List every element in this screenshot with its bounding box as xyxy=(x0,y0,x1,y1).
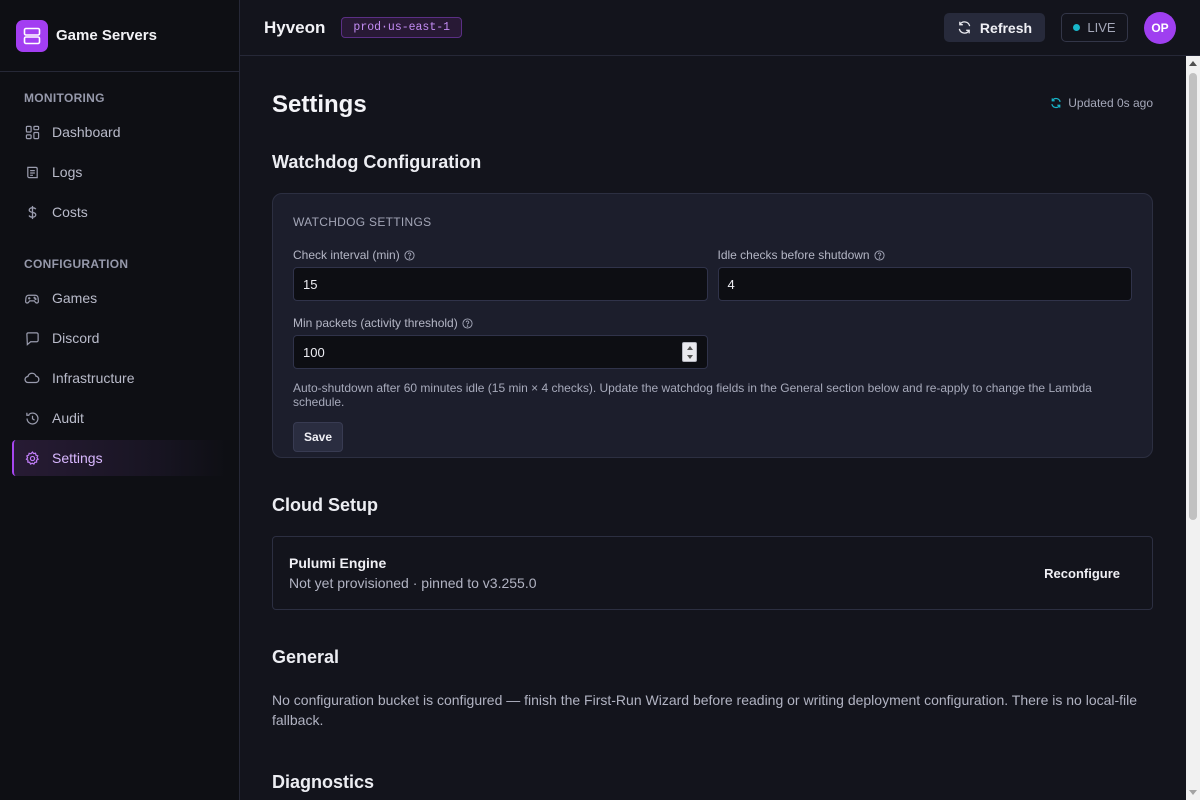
check-interval-input[interactable]: 15 xyxy=(293,267,708,301)
dollar-icon xyxy=(24,204,40,220)
brand[interactable]: Game Servers xyxy=(0,0,239,72)
pulumi-engine-card: Pulumi Engine Not yet provisioned · pinn… xyxy=(272,536,1153,610)
chat-icon xyxy=(24,330,40,346)
min-packets-input[interactable]: 100 xyxy=(293,335,708,369)
sidebar-item-settings[interactable]: Settings xyxy=(12,440,227,476)
refresh-icon xyxy=(957,20,972,35)
sidebar-item-dashboard[interactable]: Dashboard xyxy=(12,114,227,150)
sidebar: Game Servers MONITORING Dashboard Logs C… xyxy=(0,0,240,800)
save-button[interactable]: Save xyxy=(293,422,343,452)
live-label: LIVE xyxy=(1087,20,1116,35)
sidebar-item-games[interactable]: Games xyxy=(12,280,227,316)
general-message: No configuration bucket is configured — … xyxy=(272,692,1138,728)
sidebar-item-logs[interactable]: Logs xyxy=(12,154,227,190)
diagnostics-heading: Diagnostics xyxy=(272,772,375,792)
help-icon[interactable] xyxy=(404,249,415,261)
app-name: Game Servers xyxy=(56,27,157,44)
sidebar-item-label: Costs xyxy=(52,204,88,220)
min-packets-label: Min packets (activity threshold) xyxy=(293,316,458,330)
idle-checks-input[interactable]: 4 xyxy=(717,267,1132,301)
nav-heading-monitoring: MONITORING xyxy=(24,91,105,105)
dashboard-icon xyxy=(24,124,40,140)
sidebar-item-label: Discord xyxy=(52,330,100,346)
help-icon[interactable] xyxy=(874,249,885,261)
environment-badge: prod·us-east-1 xyxy=(341,17,463,38)
updated-status: Updated 0s ago xyxy=(1050,96,1153,110)
sidebar-item-discord[interactable]: Discord xyxy=(12,320,227,356)
idle-checks-label: Idle checks before shutdown xyxy=(717,248,870,262)
sidebar-item-label: Dashboard xyxy=(52,124,121,140)
engine-status: Not yet provisioned · pinned to v3.255.0 xyxy=(289,575,537,591)
cloud-setup-heading: Cloud Setup xyxy=(272,495,378,515)
help-icon[interactable] xyxy=(462,317,473,329)
engine-name: Pulumi Engine xyxy=(289,555,387,571)
cloud-icon xyxy=(24,370,40,386)
sidebar-item-audit[interactable]: Audit xyxy=(12,400,227,436)
history-icon xyxy=(24,410,40,426)
refresh-button[interactable]: Refresh xyxy=(944,13,1045,42)
refresh-label: Refresh xyxy=(979,19,1033,36)
live-indicator[interactable]: LIVE xyxy=(1061,13,1128,42)
gamepad-icon xyxy=(24,290,40,306)
idle-checks-field: Idle checks before shutdown 4 xyxy=(717,247,1132,301)
scroll-down-icon[interactable] xyxy=(1189,790,1197,795)
check-interval-field: Check interval (min) 15 xyxy=(293,247,708,301)
page-title: Settings xyxy=(272,91,367,118)
nav-heading-configuration: CONFIGURATION xyxy=(24,257,129,271)
watchdog-card-label: WATCHDOG SETTINGS xyxy=(293,215,432,229)
stepper-down-icon[interactable] xyxy=(686,354,693,359)
sidebar-item-label: Settings xyxy=(52,450,103,466)
sidebar-item-label: Logs xyxy=(52,164,83,180)
logs-icon xyxy=(24,164,40,180)
min-packets-field: Min packets (activity threshold) 100 xyxy=(293,315,708,369)
watchdog-heading: Watchdog Configuration xyxy=(272,152,482,172)
min-packets-value: 100 xyxy=(303,344,325,360)
workspace-name: Hyveon xyxy=(264,17,326,37)
sync-icon xyxy=(1050,97,1062,109)
server-stack-icon xyxy=(16,19,48,52)
main-content: Settings Updated 0s ago Watchdog Configu… xyxy=(240,56,1186,800)
scrollbar-thumb[interactable] xyxy=(1189,73,1197,520)
number-stepper[interactable] xyxy=(682,342,697,362)
topbar: Hyveon prod·us-east-1 Refresh LIVE OP xyxy=(240,0,1200,56)
reconfigure-button[interactable]: Reconfigure xyxy=(1044,566,1120,581)
nav-section-configuration: CONFIGURATION Games Discord Infrastructu… xyxy=(0,254,239,476)
sidebar-item-label: Audit xyxy=(52,410,84,426)
check-interval-label: Check interval (min) xyxy=(293,248,400,262)
avatar[interactable]: OP xyxy=(1144,11,1176,44)
live-dot-icon xyxy=(1073,24,1081,31)
main-scrollbar[interactable] xyxy=(1186,56,1200,800)
scroll-up-icon[interactable] xyxy=(1189,61,1197,66)
updated-text: Updated 0s ago xyxy=(1068,96,1153,110)
watchdog-hint: Auto-shutdown after 60 minutes idle (15 … xyxy=(293,381,1092,409)
sidebar-item-label: Infrastructure xyxy=(52,370,135,386)
sidebar-item-costs[interactable]: Costs xyxy=(12,194,227,230)
sidebar-item-infrastructure[interactable]: Infrastructure xyxy=(12,360,227,396)
stepper-up-icon[interactable] xyxy=(686,345,693,350)
watchdog-card: WATCHDOG SETTINGS Check interval (min) 1… xyxy=(272,193,1153,458)
gear-icon xyxy=(24,450,40,466)
sidebar-item-label: Games xyxy=(52,290,98,306)
nav-section-monitoring: MONITORING Dashboard Logs Costs xyxy=(0,88,239,230)
general-heading: General xyxy=(272,647,340,667)
